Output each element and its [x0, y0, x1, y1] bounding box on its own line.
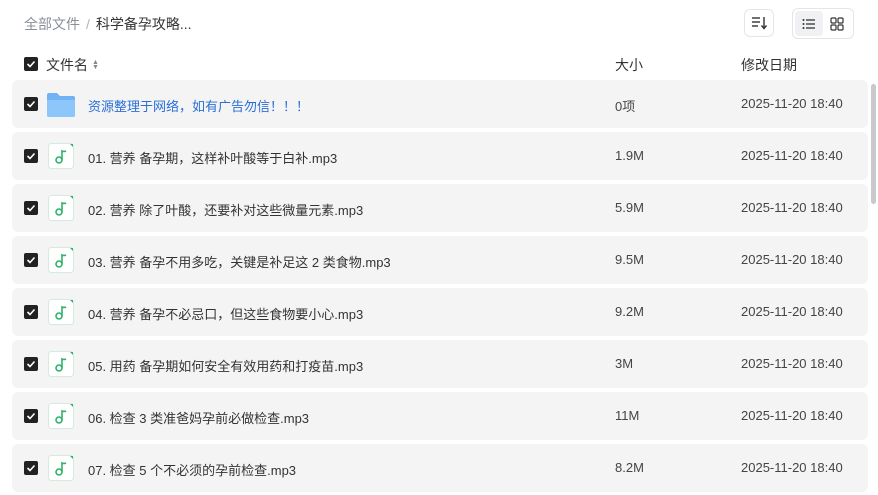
checkmark-icon: [26, 360, 36, 368]
file-name[interactable]: 07. 检查 5 个不必须的孕前检查.mp3: [88, 460, 296, 479]
folder-icon: [47, 93, 75, 117]
checkmark-icon: [26, 308, 36, 316]
file-date: 2025-11-20 18:40: [741, 408, 843, 423]
row-checkbox[interactable]: [24, 201, 38, 215]
row-checkbox[interactable]: [24, 305, 38, 319]
column-header-name-label: 文件名: [46, 57, 88, 73]
audio-file-icon: [48, 299, 74, 325]
checkmark-icon: [26, 204, 36, 212]
grid-view-button[interactable]: [823, 11, 851, 36]
file-name[interactable]: 02. 营养 除了叶酸，还要补对这些微量元素.mp3: [88, 200, 363, 219]
audio-file-icon: [48, 143, 74, 169]
column-header-modified: 修改日期: [741, 57, 797, 73]
sort-button[interactable]: [744, 9, 774, 37]
file-name[interactable]: 06. 检查 3 类准爸妈孕前必做检查.mp3: [88, 408, 309, 427]
audio-file-icon: [48, 195, 74, 221]
audio-file-icon: [48, 247, 74, 273]
file-date: 2025-11-20 18:40: [741, 356, 843, 371]
file-size: 1.9M: [615, 148, 644, 163]
file-name[interactable]: 05. 用药 备孕期如何安全有效用药和打疫苗.mp3: [88, 356, 363, 375]
file-size: 8.2M: [615, 460, 644, 475]
table-row[interactable]: 03. 营养 备孕不用多吃，关键是补足这 2 类食物.mp3 9.5M 2025…: [12, 236, 868, 284]
file-size: 5.9M: [615, 200, 644, 215]
grid-view-icon: [830, 16, 844, 31]
row-checkbox[interactable]: [24, 97, 38, 111]
file-name[interactable]: 资源整理于网络，如有广告勿信！！！: [88, 96, 309, 115]
audio-file-icon: [48, 351, 74, 377]
list-view-button[interactable]: [795, 11, 823, 36]
file-name[interactable]: 01. 营养 备孕期，这样补叶酸等于白补.mp3: [88, 148, 337, 167]
file-date: 2025-11-20 18:40: [741, 148, 843, 163]
file-size: 11M: [615, 408, 640, 423]
sort-toggle-icon[interactable]: ▲ ▼: [92, 59, 99, 71]
sort-lines-icon: [752, 17, 767, 30]
table-row[interactable]: 资源整理于网络，如有广告勿信！！！ 0项 2025-11-20 18:40: [12, 80, 868, 128]
file-size: 3M: [615, 356, 634, 371]
file-date: 2025-11-20 18:40: [741, 96, 843, 111]
table-row[interactable]: 01. 营养 备孕期，这样补叶酸等于白补.mp3 1.9M 2025-11-20…: [12, 132, 868, 180]
file-name[interactable]: 04. 营养 备孕不必忌口，但这些食物要小心.mp3: [88, 304, 363, 323]
table-row[interactable]: 06. 检查 3 类准爸妈孕前必做检查.mp3 11M 2025-11-20 1…: [12, 392, 868, 440]
table-header: 文件名 ▲ ▼ 大小 修改日期: [12, 52, 868, 76]
breadcrumb-current: 科学备孕攻略...: [95, 16, 192, 32]
table-row[interactable]: 07. 检查 5 个不必须的孕前检查.mp3 8.2M 2025-11-20 1…: [12, 444, 868, 492]
column-header-size: 大小: [615, 57, 643, 73]
audio-file-icon: [48, 455, 74, 481]
list-view-icon: [802, 18, 815, 29]
row-checkbox[interactable]: [24, 409, 38, 423]
table-row[interactable]: 04. 营养 备孕不必忌口，但这些食物要小心.mp3 9.2M 2025-11-…: [12, 288, 868, 336]
checkmark-icon: [26, 464, 36, 472]
checkmark-icon: [26, 152, 36, 160]
row-checkbox[interactable]: [24, 149, 38, 163]
table-row[interactable]: 05. 用药 备孕期如何安全有效用药和打疫苗.mp3 3M 2025-11-20…: [12, 340, 868, 388]
audio-file-icon: [48, 403, 74, 429]
table-row[interactable]: 02. 营养 除了叶酸，还要补对这些微量元素.mp3 5.9M 2025-11-…: [12, 184, 868, 232]
breadcrumb-separator: /: [86, 16, 90, 32]
vertical-scrollbar[interactable]: [871, 84, 876, 204]
file-size: 0项: [615, 99, 636, 114]
select-all-checkbox[interactable]: [24, 57, 38, 71]
row-checkbox[interactable]: [24, 461, 38, 475]
view-toggle: [792, 8, 854, 39]
checkmark-icon: [26, 412, 36, 420]
row-checkbox[interactable]: [24, 357, 38, 371]
file-date: 2025-11-20 18:40: [741, 460, 843, 475]
file-date: 2025-11-20 18:40: [741, 304, 843, 319]
breadcrumb-root-link[interactable]: 全部文件: [24, 14, 80, 34]
file-size: 9.2M: [615, 304, 644, 319]
file-name[interactable]: 03. 营养 备孕不用多吃，关键是补足这 2 类食物.mp3: [88, 252, 391, 271]
checkmark-icon: [26, 60, 36, 68]
file-size: 9.5M: [615, 252, 644, 267]
file-date: 2025-11-20 18:40: [741, 252, 843, 267]
checkmark-icon: [26, 100, 36, 108]
checkmark-icon: [26, 256, 36, 264]
row-checkbox[interactable]: [24, 253, 38, 267]
breadcrumb: 全部文件 / 科学备孕攻略...: [24, 14, 192, 34]
column-header-name[interactable]: 文件名 ▲ ▼: [46, 55, 99, 75]
file-date: 2025-11-20 18:40: [741, 200, 843, 215]
